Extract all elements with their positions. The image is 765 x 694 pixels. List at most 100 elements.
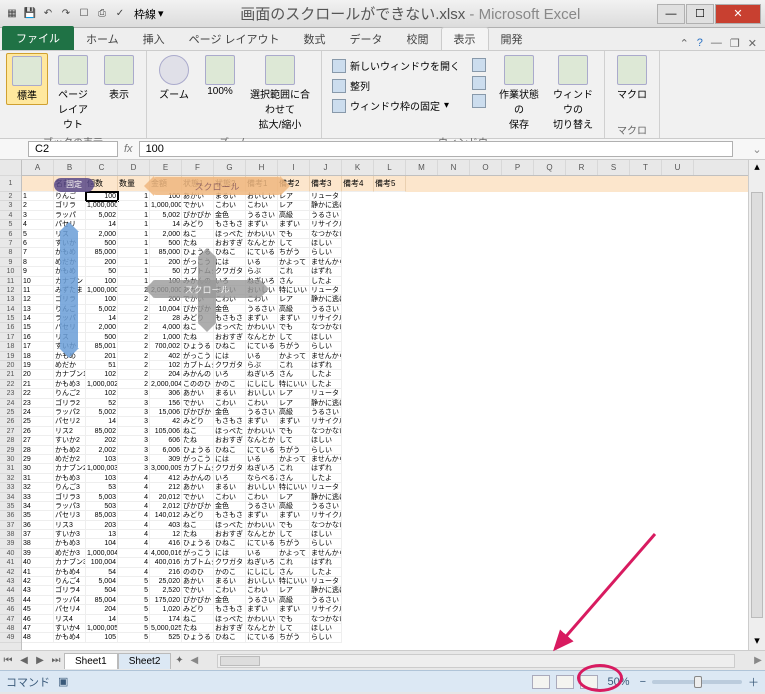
table-row[interactable]: 28かもめ22,00236,006ひょうるひねこにているちがうらしい: [22, 446, 748, 455]
row-header[interactable]: 41: [0, 558, 21, 567]
doc-restore-icon[interactable]: ❐: [730, 37, 740, 50]
worksheet-area[interactable]: 1234567891011121314151617181920212223242…: [0, 160, 765, 650]
col-header[interactable]: B: [54, 160, 86, 175]
table-row[interactable]: 26リス285,0023105,006ねこほっぺたかわいいでもなつかない: [22, 427, 748, 436]
zoom-slider[interactable]: [652, 680, 742, 684]
row-header[interactable]: 26: [0, 417, 21, 426]
row-header[interactable]: 27: [0, 427, 21, 436]
table-row[interactable]: 11みずたま1,000,00022,000,000あかいまるいおいしい特にいいリ…: [22, 286, 748, 295]
table-row[interactable]: 25パセリ214342みどりもさもさまずいまずいリサイクル: [22, 417, 748, 426]
col-header[interactable]: Q: [534, 160, 566, 175]
fx-icon[interactable]: fx: [118, 143, 139, 155]
row-header[interactable]: 29: [0, 446, 21, 455]
col-header[interactable]: D: [118, 160, 150, 175]
row-header[interactable]: 16: [0, 323, 21, 332]
col-header[interactable]: J: [310, 160, 342, 175]
row-header[interactable]: 37: [0, 521, 21, 530]
arrange-button[interactable]: 整列: [330, 77, 462, 94]
zoom-percent[interactable]: 50%: [604, 676, 634, 688]
zoom-in-icon[interactable]: ＋: [748, 674, 759, 690]
col-header[interactable]: H: [246, 160, 278, 175]
unhide-icon[interactable]: [470, 93, 488, 109]
row-header[interactable]: 6: [0, 230, 21, 239]
row-header[interactable]: 12: [0, 286, 21, 295]
table-row[interactable]: 2ゴリラ1,000,00011,000,000でかいこわいこわいレア静かに逃げろ: [22, 201, 748, 210]
col-header[interactable]: S: [598, 160, 630, 175]
view-show-button[interactable]: 表示: [98, 53, 140, 103]
table-row[interactable]: 32りんご3534212あかいまるいおいしい特にいいリュータ: [22, 483, 748, 492]
freeze-panes-button[interactable]: ウィンドウ枠の固定 ▾: [330, 97, 462, 114]
table-row[interactable]: 6すいか5001500たねおおすぎなんとかしてほしい: [22, 239, 748, 248]
table-row[interactable]: 44ラッパ485,0045175,020ぴかぴか金色うるさい高級うるさい: [22, 596, 748, 605]
view-pagelayout-icon[interactable]: [556, 675, 574, 689]
table-row[interactable]: 40カナブン3100,0044400,016カブトムシクワガタねぎいろこれはずれ: [22, 558, 748, 567]
table-row[interactable]: 29めだか21033309がっこうにはいるかよってませんから: [22, 455, 748, 464]
hscroll-right[interactable]: ▶: [751, 655, 765, 666]
table-row[interactable]: 13りんご5,002210,004ぴかぴか金色うるさい高級うるさい: [22, 305, 748, 314]
maximize-button[interactable]: ☐: [686, 4, 714, 24]
row-header[interactable]: 23: [0, 389, 21, 398]
horizontal-scrollbar[interactable]: [217, 654, 735, 668]
redo-icon[interactable]: ↷: [58, 6, 74, 22]
row-header[interactable]: 39: [0, 539, 21, 548]
row-header[interactable]: 10: [0, 267, 21, 276]
row-header[interactable]: 4: [0, 211, 21, 220]
table-row[interactable]: 39めだか31,000,00444,000,016がっこうにはいるかよってません…: [22, 549, 748, 558]
excel-icon[interactable]: ▦: [4, 6, 20, 22]
col-header[interactable]: A: [22, 160, 54, 175]
row-header[interactable]: 22: [0, 380, 21, 389]
zoom-100-button[interactable]: 100%: [199, 53, 241, 99]
table-row[interactable]: 48かもめ41055525ひょうるひねこにているちがうらしい: [22, 633, 748, 642]
table-row[interactable]: 41かもめ4544216ののひかのこにしにしさんしたよ: [22, 568, 748, 577]
row-header[interactable]: 8: [0, 248, 21, 257]
table-row[interactable]: 1りんご1001100あかいまるいおいしいレアリュータ: [22, 192, 748, 201]
table-row[interactable]: 14ラッパ14228みどりもさもさまずいまずいリサイクル: [22, 314, 748, 323]
row-header[interactable]: 24: [0, 399, 21, 408]
col-header[interactable]: R: [566, 160, 598, 175]
new-icon[interactable]: ☐: [76, 6, 92, 22]
row-header[interactable]: 44: [0, 586, 21, 595]
row-header[interactable]: 9: [0, 258, 21, 267]
split-icon[interactable]: [470, 57, 488, 73]
col-header[interactable]: U: [662, 160, 694, 175]
check-icon[interactable]: ✓: [112, 6, 128, 22]
row-header[interactable]: 5: [0, 220, 21, 229]
tab-校閲[interactable]: 校閲: [395, 28, 441, 50]
sheet-tab-1[interactable]: Sheet1: [64, 653, 118, 669]
view-normal-icon[interactable]: [532, 675, 550, 689]
zoom-button[interactable]: ズーム: [153, 53, 195, 103]
hscroll-left[interactable]: ◀: [187, 655, 201, 666]
table-row[interactable]: 36リス32034403ねこほっぺたかわいいでもなつかない: [22, 521, 748, 530]
save-icon[interactable]: 💾: [22, 6, 38, 22]
tab-データ[interactable]: データ: [338, 28, 395, 50]
table-row[interactable]: 19めだか512102カブトムシクワガタらぶこれはずれ: [22, 361, 748, 370]
table-row[interactable]: 8めだか2001200がっこうにはいるかよってませんから: [22, 258, 748, 267]
row-header[interactable]: 19: [0, 352, 21, 361]
new-sheet-icon[interactable]: ✦: [171, 655, 187, 666]
table-row[interactable]: 30カナブン21,000,00333,000,009カブトムシクワガタねぎいろこ…: [22, 464, 748, 473]
row-headers[interactable]: 1234567891011121314151617181920212223242…: [0, 160, 22, 650]
grid[interactable]: ABCDEFGHIJKLMNOPQRSTU 名前個数数量金額状態1状態2備考1備…: [22, 160, 748, 650]
table-row[interactable]: 38かもめ31044416ひょうるひねこにているちがうらしい: [22, 539, 748, 548]
row-header[interactable]: 11: [0, 277, 21, 286]
row-header[interactable]: 20: [0, 361, 21, 370]
col-header[interactable]: N: [438, 160, 470, 175]
table-row[interactable]: 46リス4145174ねこほっぺたかわいいでもなつかない: [22, 615, 748, 624]
tab-nav-next[interactable]: ▶: [32, 655, 48, 666]
macro-button[interactable]: マクロ: [611, 53, 653, 103]
table-row[interactable]: 33ゴリラ35,003420,012でかいこわいこわいレア静かに逃げろ: [22, 493, 748, 502]
switch-windows-button[interactable]: ウィンドウの 切り替え: [548, 53, 598, 133]
row-header[interactable]: 2: [0, 192, 21, 201]
table-row[interactable]: 27すいか22023606たねおおすぎなんとかしてほしい: [22, 436, 748, 445]
tab-file[interactable]: ファイル: [2, 26, 74, 50]
close-button[interactable]: ✕: [715, 4, 761, 24]
table-row[interactable]: 35パセリ385,0034140,012みどりもさもさまずいまずいリサイクル: [22, 511, 748, 520]
vertical-scrollbar[interactable]: ▴ ▾: [748, 160, 765, 650]
row-header[interactable]: 42: [0, 568, 21, 577]
table-row[interactable]: 3ラッパ5,00215,002ぴかぴか金色うるさい高級うるさい: [22, 211, 748, 220]
row-header[interactable]: 43: [0, 577, 21, 586]
col-header[interactable]: F: [182, 160, 214, 175]
col-header[interactable]: O: [470, 160, 502, 175]
table-row[interactable]: 7かもめ85,000185,000ひょうるひねこにているちがうらしい: [22, 248, 748, 257]
tab-nav-first[interactable]: ⏮: [0, 655, 16, 666]
